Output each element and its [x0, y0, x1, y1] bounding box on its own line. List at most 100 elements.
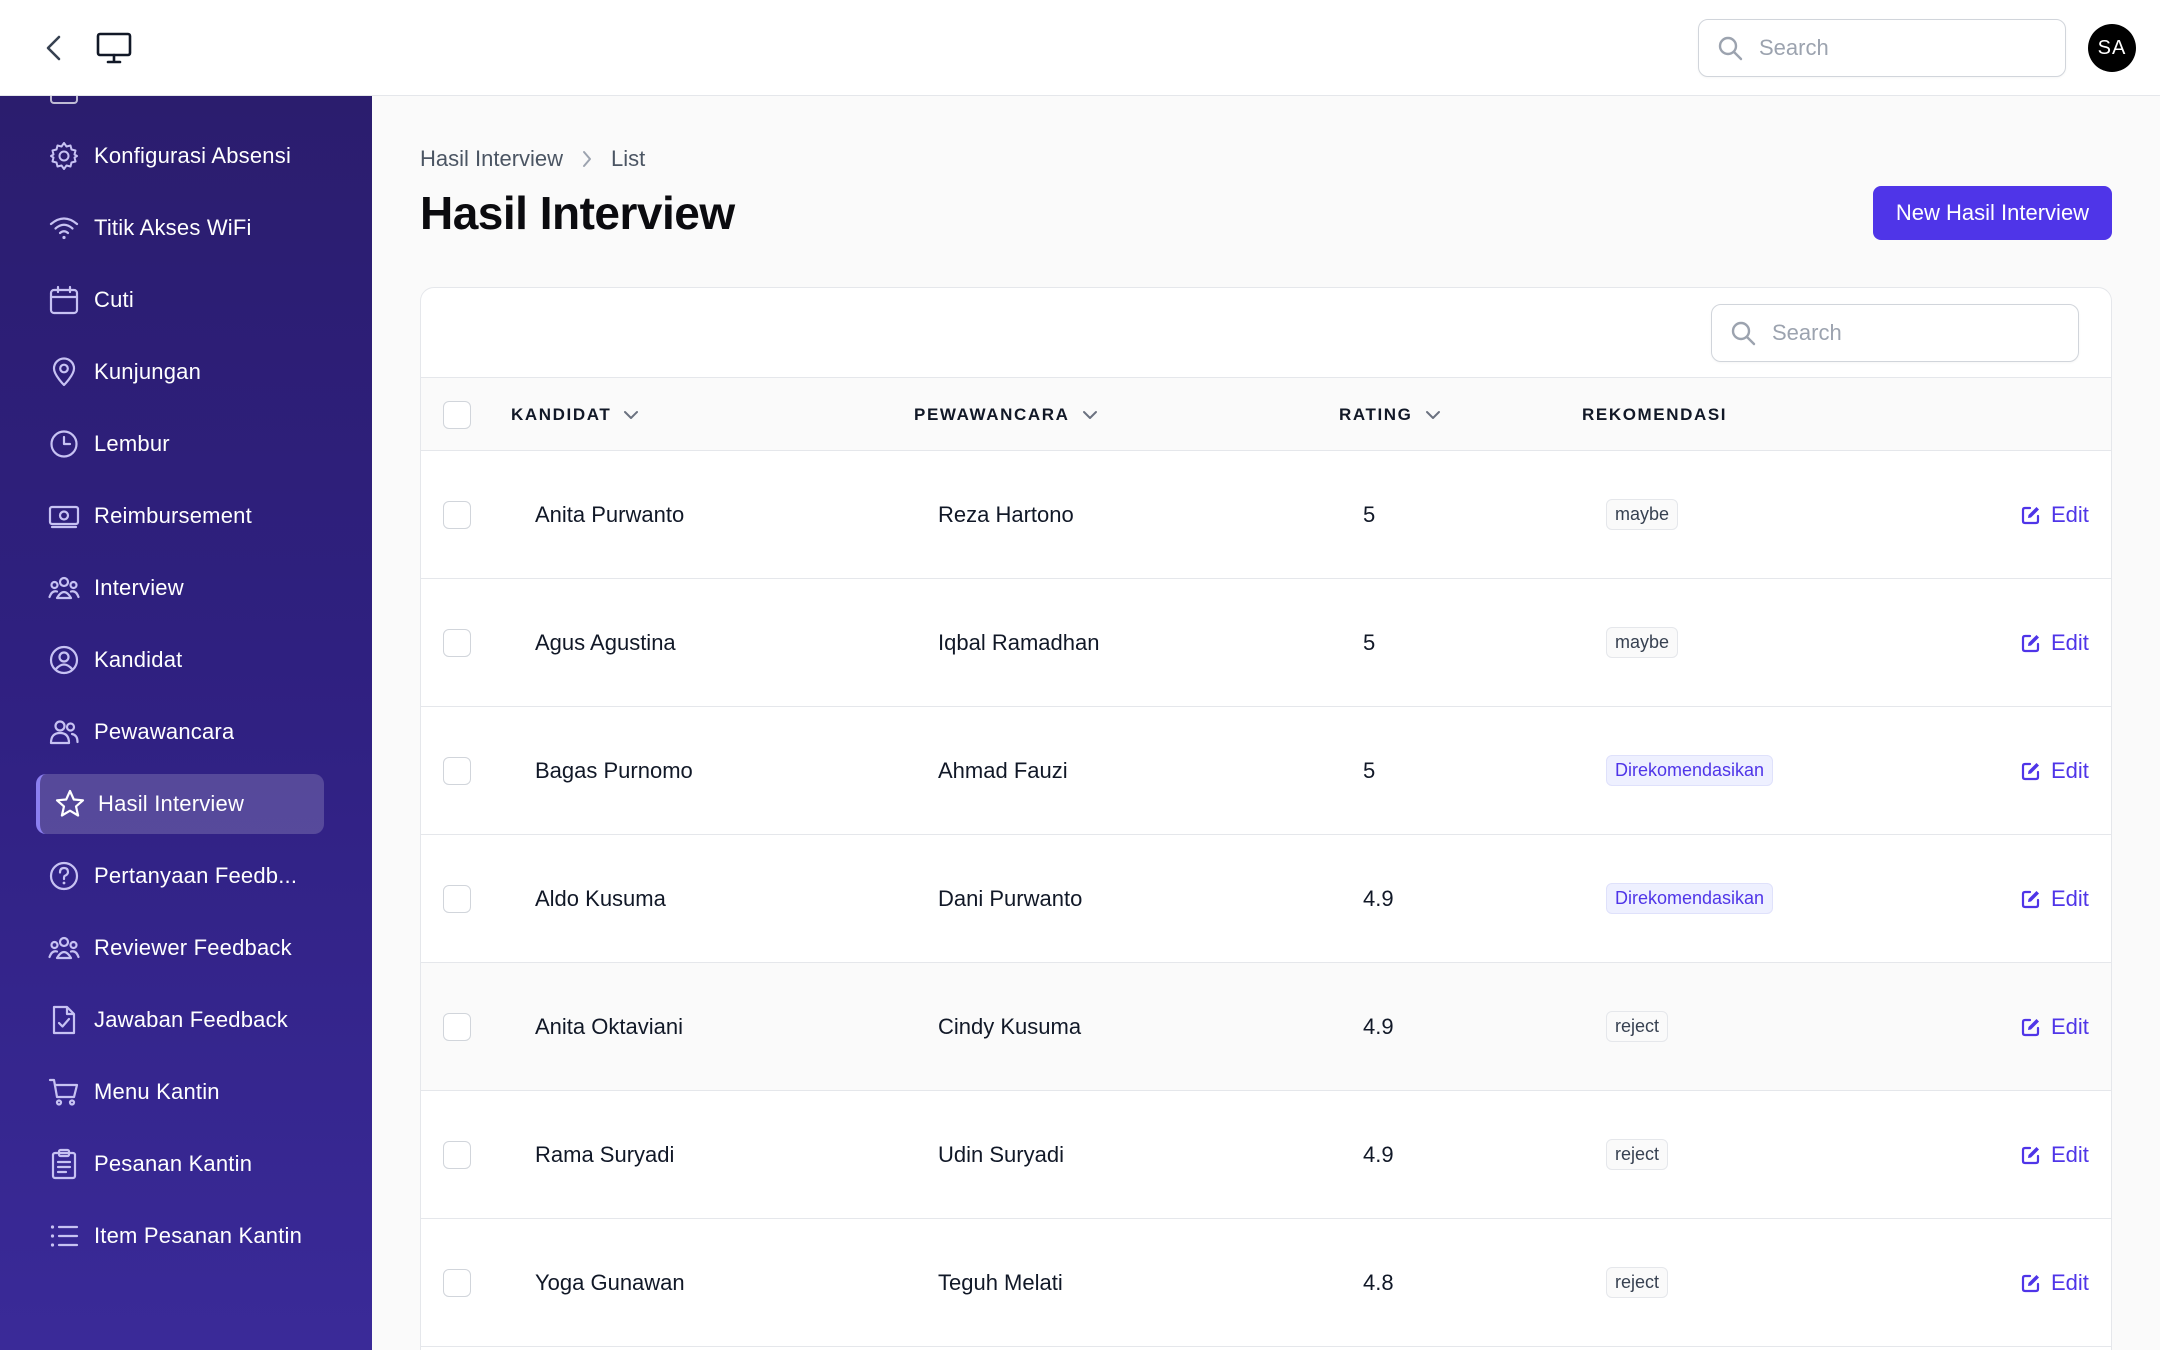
cell-rekomendasi: Direkomendasikan [1606, 707, 1774, 834]
table-row[interactable]: Yoga Gunawan Teguh Melati 4.8 reject Edi… [421, 1219, 2111, 1347]
clipboard-list-icon [36, 1148, 94, 1180]
edit-label: Edit [2051, 1141, 2089, 1167]
sidebar-item-lembur[interactable]: Lembur [36, 414, 324, 474]
edit-link[interactable]: Edit [2021, 707, 2089, 834]
edit-label: Edit [2051, 1013, 2089, 1039]
column-label: RATING [1339, 405, 1413, 424]
pencil-square-icon [2021, 505, 2041, 525]
cell-kandidat: Bagas Purnomo [535, 757, 693, 783]
row-checkbox[interactable] [443, 1269, 471, 1297]
user-group-icon [36, 932, 94, 964]
sidebar-item-label: Cuti [94, 287, 134, 312]
cell-kandidat: Aldo Kusuma [535, 885, 666, 911]
sidebar-item-label: Kunjungan [94, 359, 202, 384]
column-label: KANDIDAT [511, 405, 612, 424]
row-checkbox[interactable] [443, 1013, 471, 1041]
edit-label: Edit [2051, 885, 2089, 911]
sidebar-item-reimbursement[interactable]: Reimbursement [36, 486, 324, 546]
row-checkbox[interactable] [443, 1141, 471, 1169]
clock-icon [36, 428, 94, 460]
column-header-rating[interactable]: RATING [1339, 378, 1441, 452]
sidebar-item-jawaban-feedback[interactable]: Jawaban Feedback [36, 990, 324, 1050]
new-hasil-interview-button[interactable]: New Hasil Interview [1873, 186, 2112, 240]
sidebar-item-reviewer-feedback[interactable]: Reviewer Feedback [36, 918, 324, 978]
sidebar-item-label: Reimbursement [94, 503, 252, 528]
row-checkbox[interactable] [443, 629, 471, 657]
user-group-icon [36, 572, 94, 604]
global-search-input[interactable] [1759, 35, 2049, 61]
sidebar-item-label: Item Pesanan Kantin [94, 1223, 303, 1248]
breadcrumb-parent-link[interactable]: Hasil Interview [420, 146, 563, 172]
sidebar-item-hasil-interview[interactable]: Hasil Interview [36, 774, 324, 834]
status-badge: maybe [1606, 499, 1679, 530]
sidebar: Konfigurasi Absensi Titik Akses WiFi Cut… [0, 96, 372, 1350]
sidebar-item-menu-kantin[interactable]: Menu Kantin [36, 1062, 324, 1122]
calendar-icon [36, 284, 94, 316]
column-header-kandidat[interactable]: KANDIDAT [511, 378, 639, 452]
wifi-icon [36, 212, 94, 244]
table-row[interactable]: Rama Suryadi Udin Suryadi 4.9 reject Edi… [421, 1091, 2111, 1219]
edit-link[interactable]: Edit [2021, 1219, 2089, 1346]
cell-kandidat: Anita Oktaviani [535, 1013, 683, 1039]
search-icon [1717, 34, 1745, 62]
sidebar-item-item-pesanan-kantin[interactable]: Item Pesanan Kantin [36, 1206, 324, 1266]
sidebar-item-label: Pewawancara [94, 719, 235, 744]
pencil-square-icon [2021, 633, 2041, 653]
cell-rekomendasi: reject [1606, 1091, 1669, 1218]
sidebar-item-label: Lembur [94, 431, 170, 456]
sidebar-item-label: Reviewer Feedback [94, 935, 292, 960]
cell-kandidat: Agus Agustina [535, 629, 676, 655]
row-checkbox[interactable] [443, 501, 471, 529]
sidebar-item-label: Konfigurasi Absensi [94, 143, 292, 168]
table-search [1711, 304, 2079, 362]
table-search-input[interactable] [1772, 320, 2062, 346]
results-table-card: KANDIDAT PEWAWANCARA RATING REKOMENDASI … [420, 287, 2112, 1350]
cell-pewawancara: Dani Purwanto [938, 885, 1083, 911]
row-checkbox[interactable] [443, 885, 471, 913]
cell-pewawancara: Ahmad Fauzi [938, 757, 1068, 783]
cell-kandidat: Yoga Gunawan [535, 1269, 685, 1295]
table-row[interactable]: Anita Oktaviani Cindy Kusuma 4.9 reject … [421, 963, 2111, 1091]
top-bar: SA [0, 0, 2160, 96]
monitor-icon[interactable] [94, 28, 134, 68]
cell-pewawancara: Udin Suryadi [938, 1141, 1064, 1167]
column-header-pewawancara[interactable]: PEWAWANCARA [914, 378, 1098, 452]
chevron-down-icon [1425, 409, 1441, 421]
cell-rekomendasi: maybe [1606, 451, 1679, 578]
edit-link[interactable]: Edit [2021, 579, 2089, 706]
table-row[interactable]: Aldo Kusuma Dani Purwanto 4.9 Direkomend… [421, 835, 2111, 963]
sidebar-item-pesanan-kantin[interactable]: Pesanan Kantin [36, 1134, 324, 1194]
table-row[interactable]: Agus Agustina Iqbal Ramadhan 5 maybe Edi… [421, 579, 2111, 707]
cell-rating: 4.9 [1363, 1013, 1394, 1039]
sidebar-item-kandidat[interactable]: Kandidat [36, 630, 324, 690]
sidebar-item-cuti[interactable]: Cuti [36, 270, 324, 330]
edit-link[interactable]: Edit [2021, 963, 2089, 1090]
status-badge: reject [1606, 1139, 1669, 1170]
edit-label: Edit [2051, 629, 2089, 655]
avatar[interactable]: SA [2088, 24, 2136, 72]
edit-link[interactable]: Edit [2021, 451, 2089, 578]
chevron-right-icon [581, 149, 593, 169]
row-checkbox[interactable] [443, 757, 471, 785]
sidebar-item-konfigurasi-absensi[interactable]: Konfigurasi Absensi [36, 126, 324, 186]
back-chevron-icon[interactable] [36, 30, 72, 66]
sidebar-item-titik-akses-wifi[interactable]: Titik Akses WiFi [36, 198, 324, 258]
cell-rating: 5 [1363, 501, 1376, 527]
cell-pewawancara: Iqbal Ramadhan [938, 629, 1100, 655]
sidebar-item-interview[interactable]: Interview [36, 558, 324, 618]
select-all-checkbox[interactable] [443, 401, 471, 429]
table-row[interactable]: Bagas Purnomo Ahmad Fauzi 5 Direkomendas… [421, 707, 2111, 835]
edit-label: Edit [2051, 757, 2089, 783]
cell-pewawancara: Teguh Melati [938, 1269, 1063, 1295]
sidebar-item-pertanyaan-feedback[interactable]: Pertanyaan Feedb... [36, 846, 324, 906]
chevron-down-icon [623, 409, 639, 421]
edit-link[interactable]: Edit [2021, 835, 2089, 962]
table-row[interactable]: Anita Purwanto Reza Hartono 5 maybe Edit [421, 451, 2111, 579]
edit-link[interactable]: Edit [2021, 1091, 2089, 1218]
shopping-cart-icon [36, 1076, 94, 1108]
sidebar-item-pewawancara[interactable]: Pewawancara [36, 702, 324, 762]
sidebar-item-kunjungan[interactable]: Kunjungan [36, 342, 324, 402]
sidebar-item-label: Titik Akses WiFi [94, 215, 252, 240]
user-circle-icon [36, 644, 94, 676]
cash-icon [36, 500, 94, 532]
